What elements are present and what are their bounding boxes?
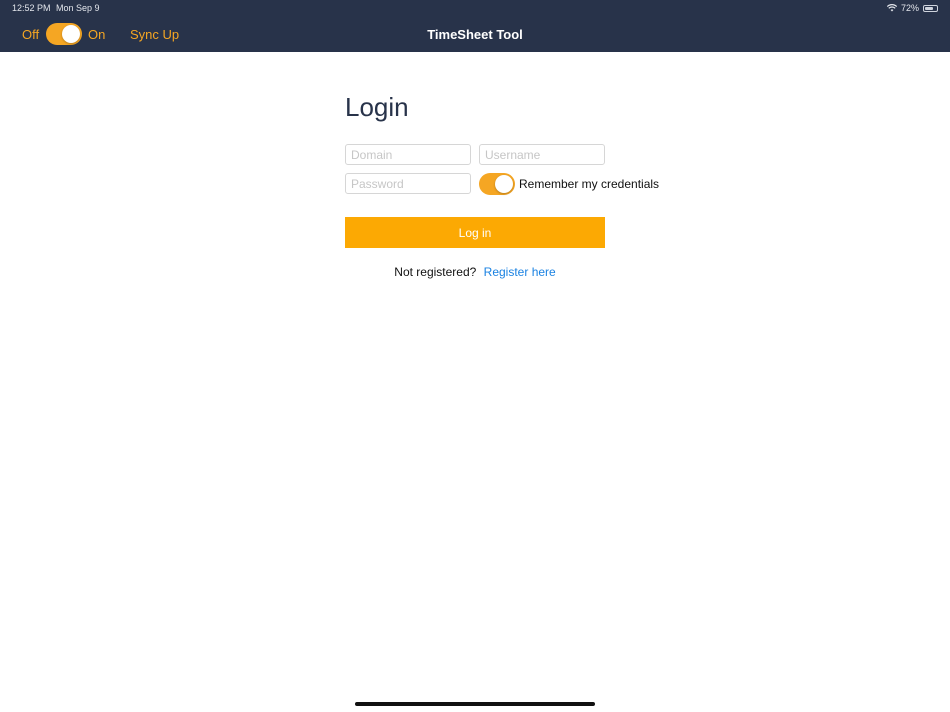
username-field[interactable] — [479, 144, 605, 165]
status-time: 12:52 PM — [12, 3, 51, 13]
status-date: Mon Sep 9 — [56, 3, 100, 13]
register-prompt: Not registered? — [394, 265, 477, 279]
login-button[interactable]: Log in — [345, 217, 605, 248]
login-heading: Login — [345, 92, 409, 122]
remember-credentials-toggle[interactable] — [479, 173, 515, 195]
wifi-icon — [886, 4, 897, 12]
remember-credentials-label: Remember my credentials — [519, 177, 660, 191]
battery-percentage: 72% — [900, 3, 919, 13]
app-title: TimeSheet Tool — [427, 27, 523, 42]
domain-field[interactable] — [345, 144, 471, 165]
register-link[interactable]: Register here — [484, 265, 556, 279]
toggle-knob — [495, 175, 513, 193]
status-indicators: 72% — [886, 3, 938, 13]
battery-fill — [925, 6, 933, 10]
top-navigation-bar: 12:52 PM Mon Sep 9 72% Off On Sync Up Ti… — [0, 0, 950, 52]
home-indicator — [355, 702, 595, 706]
password-field[interactable] — [345, 173, 471, 194]
register-prompt-row: Not registered? Register here — [0, 265, 950, 279]
battery-icon — [923, 4, 938, 12]
